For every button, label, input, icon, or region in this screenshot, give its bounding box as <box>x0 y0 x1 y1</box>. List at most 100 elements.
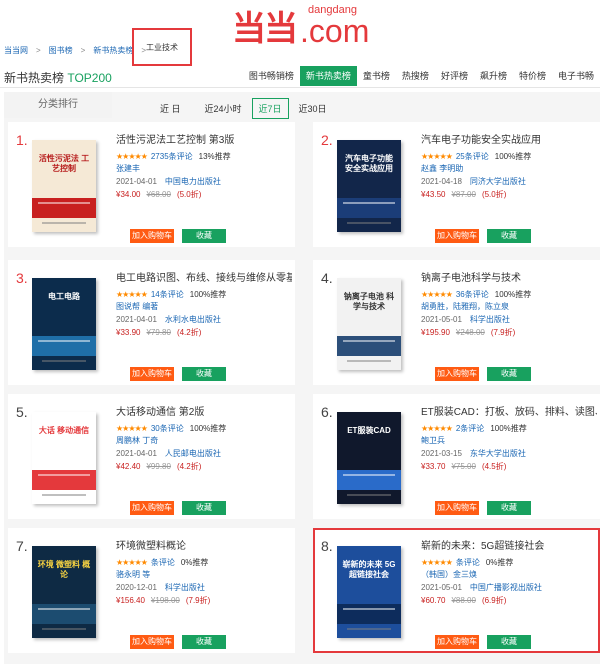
favorite-button[interactable]: 收藏 <box>182 501 226 515</box>
review-count-link[interactable]: 14条评论 <box>151 289 184 300</box>
book-title-link[interactable]: 电工电路识图、布线、接线与维修从零基 <box>116 272 292 286</box>
book-cover-title: 电工电路 <box>48 292 80 301</box>
publisher-link[interactable]: 同济大学出版社 <box>470 176 526 188</box>
tab-new-books[interactable]: 新书热卖榜 <box>299 66 357 86</box>
book-title-link[interactable]: 崭新的未来：5G超链接社会 <box>421 540 597 554</box>
sale-price: ¥33.70 <box>421 462 446 471</box>
book-author-link[interactable]: 周鹏林 丁奇 <box>116 435 292 447</box>
book-cover-image[interactable]: 钠离子电池 科学与技术 <box>337 278 401 370</box>
review-count-link[interactable]: 36条评论 <box>456 289 489 300</box>
book-cover-image[interactable]: 电工电路 <box>32 278 96 370</box>
favorite-button[interactable]: 收藏 <box>182 367 226 381</box>
review-count-link[interactable]: 2735条评论 <box>151 151 193 162</box>
favorite-button[interactable]: 收藏 <box>487 635 531 649</box>
publish-date: 2021-05-01 <box>421 315 462 324</box>
book-author-link[interactable]: 张建丰 <box>116 163 292 175</box>
tab-special-price[interactable]: 特价榜 <box>513 66 552 86</box>
tab-rising[interactable]: 飙升榜 <box>474 66 513 86</box>
original-price: ¥79.80 <box>146 328 171 337</box>
book-author-link[interactable]: 图说帮 编著 <box>116 301 292 313</box>
breadcrumb-home[interactable]: 当当网 <box>0 45 32 56</box>
publisher-link[interactable]: 科学出版社 <box>470 314 510 326</box>
book-title-link[interactable]: ET服装CAD：打板、放码、排料、读图、 <box>421 406 597 420</box>
book-title-link[interactable]: 汽车电子功能安全实战应用 <box>421 134 597 148</box>
publish-date: 2021-04-01 <box>116 449 157 458</box>
time-filter-30d[interactable]: 近30日 <box>293 99 333 118</box>
recommend-rate: 0%推荐 <box>180 557 209 567</box>
review-count-link[interactable]: 25条评论 <box>456 151 489 162</box>
rating-stars: ★★★★★ <box>116 151 148 161</box>
book-cover-image[interactable]: ET服装CAD <box>337 412 401 504</box>
book-cover-image[interactable]: 环境 微塑料 概论 <box>32 546 96 638</box>
book-author-link[interactable]: 赵鑫 李明助 <box>421 163 597 175</box>
discount-rate: (5.0折) <box>481 190 507 199</box>
favorite-button[interactable]: 收藏 <box>182 635 226 649</box>
add-to-cart-button[interactable]: 加入购物车 <box>130 367 174 381</box>
book-cover-image[interactable]: 大话 移动通信 <box>32 412 96 504</box>
book-title-link[interactable]: 活性污泥法工艺控制 第3版 <box>116 134 292 148</box>
book-author-link[interactable]: （韩国）金三焕 <box>421 569 597 581</box>
add-to-cart-button[interactable]: 加入购物车 <box>435 229 479 243</box>
publisher-link[interactable]: 水利水电出版社 <box>165 314 221 326</box>
time-filter-7d[interactable]: 近7日 <box>251 98 289 119</box>
original-price: ¥87.00 <box>451 190 476 199</box>
tab-good-reviews[interactable]: 好评榜 <box>435 66 474 86</box>
discount-rate: (4.2折) <box>176 328 202 337</box>
recommend-rate: 100%推荐 <box>490 423 527 433</box>
discount-rate: (6.9折) <box>481 596 507 605</box>
tab-children-books[interactable]: 童书榜 <box>357 66 396 86</box>
publisher-link[interactable]: 东华大学出版社 <box>470 448 526 460</box>
book-title-link[interactable]: 大话移动通信 第2版 <box>116 406 292 420</box>
book-cover-title: 大话 移动通信 <box>38 426 90 435</box>
rating-stars: ★★★★★ <box>116 557 148 567</box>
time-filter-24h[interactable]: 近24小时 <box>199 99 248 118</box>
book-title-link[interactable]: 环境微塑料概论 <box>116 540 292 554</box>
favorite-button[interactable]: 收藏 <box>487 367 531 381</box>
book-rank: 6. <box>321 404 333 420</box>
publisher-link[interactable]: 人民邮电出版社 <box>165 448 221 460</box>
publisher-link[interactable]: 科学出版社 <box>165 582 205 594</box>
rating-stars: ★★★★★ <box>421 151 453 161</box>
book-cover-image[interactable]: 崭新的未来 5G超链接社会 <box>337 546 401 638</box>
add-to-cart-button[interactable]: 加入购物车 <box>435 501 479 515</box>
breadcrumb-separator: > <box>80 45 86 55</box>
book-rank: 5. <box>16 404 28 420</box>
book-author-link[interactable]: 鲍卫兵 <box>421 435 597 447</box>
favorite-button[interactable]: 收藏 <box>182 229 226 243</box>
add-to-cart-button[interactable]: 加入购物车 <box>130 501 174 515</box>
book-cover-image[interactable]: 活性污泥法 工艺控制 <box>32 140 96 232</box>
tab-ebooks[interactable]: 电子书畅 <box>552 66 600 86</box>
publisher-link[interactable]: 中国广播影视出版社 <box>470 582 542 594</box>
add-to-cart-button[interactable]: 加入购物车 <box>130 229 174 243</box>
book-card: 1. 活性污泥法 工艺控制 活性污泥法工艺控制 第3版 ★★★★★ 2735条评… <box>8 122 295 247</box>
favorite-button[interactable]: 收藏 <box>487 229 531 243</box>
add-to-cart-button[interactable]: 加入购物车 <box>435 635 479 649</box>
breadcrumb-separator: > <box>36 45 41 55</box>
recommend-rate: 100%推荐 <box>494 289 532 299</box>
favorite-button[interactable]: 收藏 <box>487 501 531 515</box>
book-title-link[interactable]: 钠离子电池科学与技术 <box>421 272 597 286</box>
tab-hot-search[interactable]: 热搜榜 <box>396 66 435 86</box>
review-count-link[interactable]: 30条评论 <box>151 423 184 434</box>
tab-bestseller[interactable]: 图书畅销榜 <box>243 66 300 86</box>
publish-date: 2021-04-01 <box>116 315 157 324</box>
book-author-link[interactable]: 骆永明 等 <box>116 569 292 581</box>
breadcrumb-new-book-rank[interactable]: 新书热卖榜 <box>89 45 137 56</box>
breadcrumb-current-category[interactable]: 工业技术 <box>132 28 192 66</box>
book-cover-image[interactable]: 汽车电子功能 安全实战应用 <box>337 140 401 232</box>
list-title-highlight: TOP200 <box>67 71 112 85</box>
book-card: 3. 电工电路 电工电路识图、布线、接线与维修从零基 ★★★★★ 14条评论 1… <box>8 260 295 385</box>
list-title: 新书热卖榜 TOP200 <box>4 69 112 86</box>
breadcrumb-book-rank[interactable]: 图书榜 <box>45 45 77 56</box>
publisher-link[interactable]: 中国电力出版社 <box>165 176 221 188</box>
rating-stars: ★★★★★ <box>421 423 453 433</box>
review-count-link[interactable]: 条评论 <box>151 557 175 568</box>
review-count-link[interactable]: 条评论 <box>456 557 480 568</box>
add-to-cart-button[interactable]: 加入购物车 <box>130 635 174 649</box>
time-filter: 近 日 近24小时 近7日 近30日 <box>160 98 337 119</box>
review-count-link[interactable]: 2条评论 <box>456 423 484 434</box>
time-filter-label: 近 日 <box>160 104 181 114</box>
book-author-link[interactable]: 胡勇胜，陆雅翔，陈立泉 <box>421 301 597 313</box>
discount-rate: (4.2折) <box>176 462 202 471</box>
add-to-cart-button[interactable]: 加入购物车 <box>435 367 479 381</box>
